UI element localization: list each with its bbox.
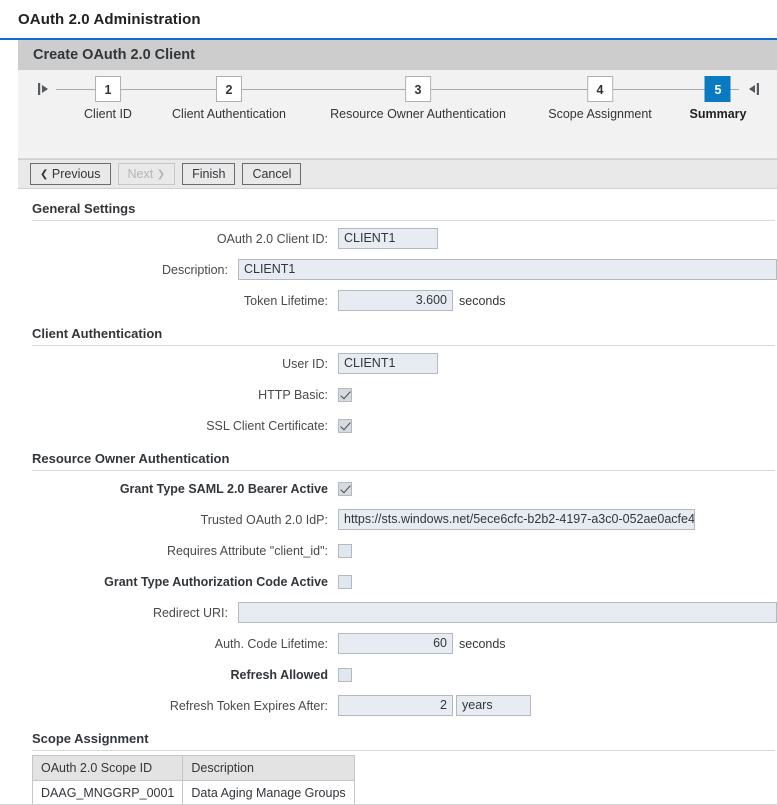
field-row-token-lifetime: Token Lifetime: 3.600 seconds	[18, 287, 777, 314]
table-row[interactable]: DAAG_MNGGRP_0001 Data Aging Manage Group…	[33, 781, 355, 805]
token-lifetime-value[interactable]: 3.600	[338, 290, 453, 311]
chevron-right-icon: ❯	[157, 169, 165, 180]
section-rule-resource-owner-authentication	[32, 470, 775, 471]
description-value[interactable]: CLIENT1	[238, 259, 777, 280]
token-lifetime-unit: seconds	[459, 294, 506, 308]
scope-assignment-table: OAuth 2.0 Scope ID Description DAAG_MNGG…	[32, 755, 355, 805]
ssl-client-certificate-label: SSL Client Certificate:	[18, 419, 338, 433]
section-title-general-settings: General Settings	[18, 189, 777, 220]
requires-attribute-checkbox[interactable]	[338, 544, 352, 558]
scope-table-col-description: Description	[183, 756, 354, 781]
client-id-label: OAuth 2.0 Client ID:	[18, 232, 338, 246]
saml-bearer-label: Grant Type SAML 2.0 Bearer Active	[18, 482, 338, 496]
wizard-step-1-label: Client ID	[84, 107, 132, 121]
section-rule-client-authentication	[32, 345, 775, 346]
saml-bearer-checkbox[interactable]	[338, 482, 352, 496]
wizard-step-5[interactable]: 5 Summary	[690, 76, 747, 121]
field-row-http-basic: HTTP Basic:	[18, 381, 777, 408]
redirect-uri-value[interactable]	[238, 602, 777, 623]
field-row-refresh-allowed: Refresh Allowed	[18, 661, 777, 688]
toolbar-top: ❮ Previous Next ❯ Finish Cancel	[18, 159, 777, 189]
section-rule-general-settings	[32, 220, 775, 221]
scope-id-cell: DAAG_MNGGRP_0001	[33, 781, 183, 805]
scope-table-header-row: OAuth 2.0 Scope ID Description	[33, 756, 355, 781]
wizard-progress: 1 Client ID 2 Client Authentication 3 Re…	[18, 70, 777, 159]
wizard-start-icon	[36, 80, 54, 98]
user-id-label: User ID:	[18, 357, 338, 371]
finish-button-top-label: Finish	[192, 167, 225, 181]
refresh-allowed-checkbox[interactable]	[338, 668, 352, 682]
page-container: Create OAuth 2.0 Client	[18, 40, 777, 805]
field-row-trusted-idp: Trusted OAuth 2.0 IdP: https://sts.windo…	[18, 506, 777, 533]
wizard-track: 1 Client ID 2 Client Authentication 3 Re…	[18, 70, 777, 130]
section-title-resource-owner-authentication: Resource Owner Authentication	[18, 439, 777, 470]
wizard-step-3-number: 3	[405, 76, 431, 102]
cancel-button-top-label: Cancel	[252, 167, 291, 181]
wizard-step-2-label: Client Authentication	[172, 107, 286, 121]
user-id-value[interactable]: CLIENT1	[338, 353, 438, 374]
scope-table-body: DAAG_MNGGRP_0001 Data Aging Manage Group…	[33, 781, 355, 805]
field-row-saml-bearer: Grant Type SAML 2.0 Bearer Active	[18, 475, 777, 502]
trusted-idp-label: Trusted OAuth 2.0 IdP:	[18, 513, 338, 527]
refresh-token-expires-unit[interactable]: years	[456, 695, 531, 716]
app-header: OAuth 2.0 Administration	[0, 0, 777, 40]
summary-content: General Settings OAuth 2.0 Client ID: CL…	[18, 189, 777, 805]
wizard-step-2-number: 2	[216, 76, 242, 102]
previous-button-top-label: Previous	[52, 167, 101, 181]
finish-button-top[interactable]: Finish	[182, 163, 235, 185]
scope-description-cell: Data Aging Manage Groups	[183, 781, 354, 805]
wizard-step-4-label: Scope Assignment	[548, 107, 652, 121]
auth-code-lifetime-label: Auth. Code Lifetime:	[18, 637, 338, 651]
auth-code-active-checkbox[interactable]	[338, 575, 352, 589]
field-row-requires-attribute: Requires Attribute "client_id":	[18, 537, 777, 564]
scope-table-head: OAuth 2.0 Scope ID Description	[33, 756, 355, 781]
refresh-token-expires-value[interactable]: 2	[338, 695, 453, 716]
wizard-step-4[interactable]: 4 Scope Assignment	[548, 76, 652, 121]
field-row-redirect-uri: Redirect URI:	[18, 599, 777, 626]
previous-button-top[interactable]: ❮ Previous	[30, 163, 111, 185]
wizard-step-1-number: 1	[95, 76, 121, 102]
section-rule-scope-assignment	[32, 750, 775, 751]
wizard-step-4-number: 4	[587, 76, 613, 102]
page-title: Create OAuth 2.0 Client	[33, 47, 195, 63]
wizard-step-2[interactable]: 2 Client Authentication	[172, 76, 286, 121]
app-title: OAuth 2.0 Administration	[18, 11, 201, 28]
field-row-ssl-client-certificate: SSL Client Certificate:	[18, 412, 777, 439]
trusted-idp-value[interactable]: https://sts.windows.net/5ece6cfc-b2b2-41…	[338, 509, 695, 530]
refresh-allowed-label: Refresh Allowed	[18, 668, 338, 682]
wizard-step-5-number: 5	[705, 76, 731, 102]
http-basic-checkbox[interactable]	[338, 388, 352, 402]
auth-code-active-label: Grant Type Authorization Code Active	[18, 575, 338, 589]
wizard-step-5-label: Summary	[690, 107, 747, 121]
requires-attribute-label: Requires Attribute "client_id":	[18, 544, 338, 558]
field-row-auth-code-lifetime: Auth. Code Lifetime: 60 seconds	[18, 630, 777, 657]
field-row-refresh-token-expires: Refresh Token Expires After: 2 years	[18, 692, 777, 719]
redirect-uri-label: Redirect URI:	[18, 606, 238, 620]
refresh-token-expires-controls: 2 years	[338, 695, 531, 716]
wizard-step-3[interactable]: 3 Resource Owner Authentication	[330, 76, 506, 121]
field-row-user-id: User ID: CLIENT1	[18, 350, 777, 377]
token-lifetime-label: Token Lifetime:	[18, 294, 338, 308]
next-button-top: Next ❯	[118, 163, 176, 185]
scope-table-col-scope-id: OAuth 2.0 Scope ID	[33, 756, 183, 781]
chevron-left-icon: ❮	[40, 169, 48, 180]
wizard-step-1[interactable]: 1 Client ID	[84, 76, 132, 121]
section-title-scope-assignment: Scope Assignment	[18, 719, 777, 750]
oauth-admin-window: OAuth 2.0 Administration Create OAuth 2.…	[0, 0, 778, 805]
ssl-client-certificate-checkbox[interactable]	[338, 419, 352, 433]
auth-code-lifetime-value[interactable]: 60	[338, 633, 453, 654]
description-label: Description:	[18, 263, 238, 277]
wizard-step-3-label: Resource Owner Authentication	[330, 107, 506, 121]
client-id-value[interactable]: CLIENT1	[338, 228, 438, 249]
refresh-token-expires-label: Refresh Token Expires After:	[18, 699, 338, 713]
http-basic-label: HTTP Basic:	[18, 388, 338, 402]
next-button-top-label: Next	[128, 167, 154, 181]
page-title-bar: Create OAuth 2.0 Client	[18, 40, 777, 70]
field-row-description: Description: CLIENT1	[18, 256, 777, 283]
section-title-client-authentication: Client Authentication	[18, 314, 777, 345]
field-row-client-id: OAuth 2.0 Client ID: CLIENT1	[18, 225, 777, 252]
field-row-auth-code-active: Grant Type Authorization Code Active	[18, 568, 777, 595]
auth-code-lifetime-unit: seconds	[459, 637, 506, 651]
cancel-button-top[interactable]: Cancel	[242, 163, 301, 185]
